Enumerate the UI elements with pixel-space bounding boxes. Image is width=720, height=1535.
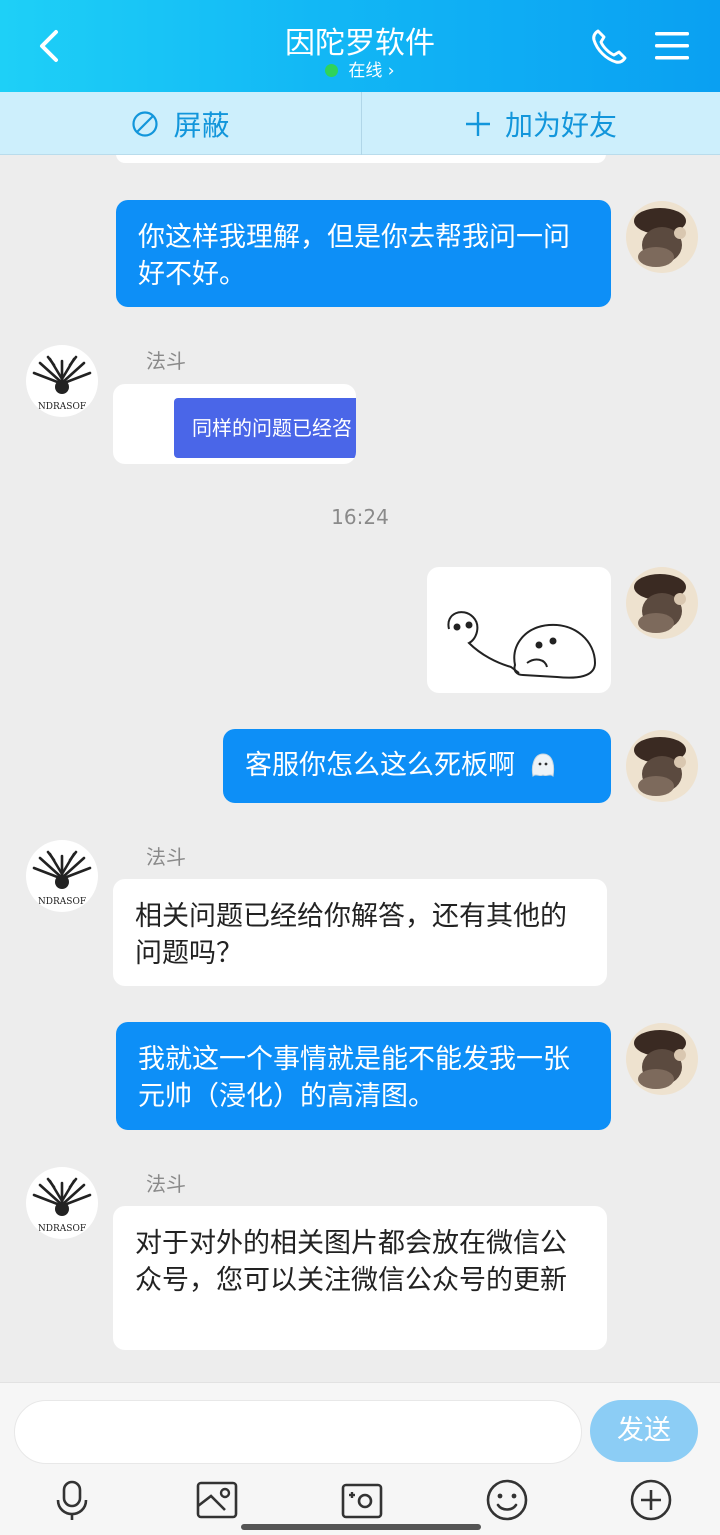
add-friend-button[interactable]: 加为好友 bbox=[362, 92, 720, 155]
self-avatar-image bbox=[626, 730, 698, 802]
peer-logo-text: NDRASOF bbox=[38, 402, 86, 412]
peer-avatar-image: NDRASOF bbox=[26, 840, 98, 912]
self-avatar-image bbox=[626, 201, 698, 273]
block-label: 屏蔽 bbox=[173, 108, 230, 142]
self-avatar-image bbox=[626, 567, 698, 639]
phone-icon[interactable] bbox=[588, 26, 630, 68]
self-avatar-image bbox=[626, 1023, 698, 1095]
send-button[interactable]: 发送 bbox=[590, 1400, 698, 1462]
online-dot-icon bbox=[325, 64, 339, 77]
input-bar: 发送 bbox=[0, 1382, 720, 1535]
sender-name: 法斗 bbox=[146, 845, 186, 869]
self-avatar[interactable] bbox=[626, 201, 698, 273]
online-status-label: 在线 › bbox=[348, 61, 395, 81]
message-text: 对于对外的相关图片都会放在微信公众号，您可以关注微信公众号的更新 bbox=[135, 1228, 567, 1296]
image-content-banner: 同样的问题已经咨 bbox=[174, 398, 356, 458]
self-avatar[interactable] bbox=[626, 567, 698, 639]
self-avatar[interactable] bbox=[626, 730, 698, 802]
outgoing-message[interactable]: 客服你怎么这么死板啊 bbox=[223, 729, 611, 803]
timestamp: 16:24 bbox=[331, 505, 389, 529]
outgoing-message[interactable]: 我就这一个事情就是能不能发我一张元帅（浸化）的高清图。 bbox=[116, 1022, 611, 1130]
message-input[interactable] bbox=[14, 1400, 582, 1464]
peer-avatar[interactable]: NDRASOF bbox=[26, 345, 98, 417]
message-text: 我就这一个事情就是能不能发我一张元帅（浸化）的高清图。 bbox=[138, 1044, 570, 1112]
plus-icon bbox=[465, 111, 490, 136]
emoji-icon[interactable] bbox=[485, 1478, 529, 1522]
menu-icon[interactable] bbox=[652, 28, 692, 64]
message-text: 相关问题已经给你解答，还有其他的问题吗？ bbox=[135, 901, 567, 969]
incoming-image-message[interactable]: 同样的问题已经咨 bbox=[113, 384, 356, 464]
block-icon bbox=[132, 110, 159, 137]
block-button[interactable]: 屏蔽 bbox=[0, 92, 361, 155]
stranger-action-bar: 屏蔽 加为好友 bbox=[0, 92, 720, 155]
outgoing-sticker-message[interactable] bbox=[427, 567, 611, 693]
peer-logo-text: NDRASOF bbox=[38, 1224, 86, 1234]
more-plus-icon[interactable] bbox=[629, 1478, 673, 1522]
sender-name: 法斗 bbox=[146, 1172, 186, 1196]
outgoing-message[interactable]: 你这样我理解，但是你去帮我问一问好不好。 bbox=[116, 200, 611, 307]
sender-name: 法斗 bbox=[146, 349, 186, 373]
chat-header: 因陀罗软件 在线 › bbox=[0, 0, 720, 92]
add-friend-label: 加为好友 bbox=[504, 108, 617, 142]
message-text: 客服你怎么这么死板啊 bbox=[245, 750, 515, 781]
ghost-emoji-icon bbox=[531, 753, 554, 778]
incoming-message[interactable]: 相关问题已经给你解答，还有其他的问题吗？ bbox=[113, 879, 607, 986]
self-avatar[interactable] bbox=[626, 1023, 698, 1095]
peer-avatar-image: NDRASOF bbox=[26, 345, 98, 417]
message-list[interactable]: 你这样我理解，但是你去帮我问一问好不好。 NDRASOF 法斗 同样的问题已经咨 bbox=[0, 155, 720, 1382]
home-indicator[interactable] bbox=[241, 1524, 481, 1530]
image-icon[interactable] bbox=[195, 1478, 239, 1522]
incoming-message[interactable]: 对于对外的相关图片都会放在微信公众号，您可以关注微信公众号的更新 bbox=[113, 1206, 607, 1350]
peer-avatar[interactable]: NDRASOF bbox=[26, 840, 98, 912]
previous-message-fragment bbox=[116, 155, 606, 163]
camera-icon[interactable] bbox=[340, 1478, 384, 1522]
peer-avatar-image: NDRASOF bbox=[26, 1167, 98, 1239]
seal-sticker-image bbox=[447, 611, 597, 679]
message-text: 你这样我理解，但是你去帮我问一问好不好。 bbox=[138, 222, 570, 290]
peer-logo-text: NDRASOF bbox=[38, 897, 86, 907]
microphone-icon[interactable] bbox=[50, 1478, 94, 1522]
peer-avatar[interactable]: NDRASOF bbox=[26, 1167, 98, 1239]
